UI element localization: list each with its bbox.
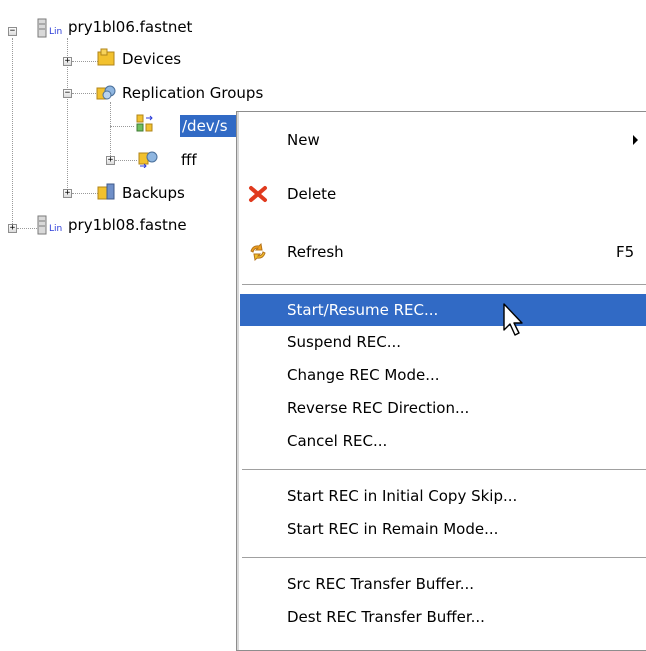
- menu-item-label: Start/Resume REC...: [287, 301, 439, 319]
- menu-item-cancel-rec[interactable]: Cancel REC...: [240, 425, 646, 457]
- menu-item-label: Delete: [287, 185, 337, 203]
- menu-item-new[interactable]: New: [240, 124, 646, 156]
- replication-groups-icon: [96, 85, 116, 100]
- menu-item-start-rec-remain-mode[interactable]: Start REC in Remain Mode...: [240, 513, 646, 545]
- tree-node-server1[interactable]: pry1bl06.fastnet: [66, 16, 194, 38]
- menu-item-label: New: [287, 131, 320, 149]
- menu-item-label: Suspend REC...: [287, 333, 402, 351]
- menu-gutter: [237, 112, 239, 650]
- tree-connector: [115, 160, 137, 161]
- menu-item-label: Start REC in Initial Copy Skip...: [287, 487, 518, 505]
- menu-separator: [242, 557, 646, 558]
- menu-item-start-rec-initial-copy-skip[interactable]: Start REC in Initial Copy Skip...: [240, 480, 646, 512]
- menu-item-label: Refresh: [287, 243, 344, 261]
- tree-node-devices[interactable]: Devices: [120, 48, 183, 70]
- context-menu: New Delete Refresh F5 Start/Resume REC..…: [236, 111, 646, 651]
- tree-connector: [110, 102, 111, 160]
- backups-folder-icon: [97, 183, 115, 200]
- os-badge: Lin: [49, 27, 63, 37]
- os-badge: Lin: [49, 224, 63, 234]
- menu-item-suspend-rec[interactable]: Suspend REC...: [240, 326, 646, 358]
- delete-x-icon: [249, 186, 267, 202]
- menu-item-reverse-rec-direction[interactable]: Reverse REC Direction...: [240, 392, 646, 424]
- menu-item-label: Start REC in Remain Mode...: [287, 520, 499, 538]
- menu-item-refresh[interactable]: Refresh F5: [240, 236, 646, 268]
- menu-item-start-resume-rec[interactable]: Start/Resume REC...: [240, 294, 646, 326]
- menu-item-shortcut: F5: [616, 243, 635, 261]
- menu-item-label: Dest REC Transfer Buffer...: [287, 608, 485, 626]
- menu-separator: [242, 469, 646, 470]
- tree-node-fff[interactable]: fff: [179, 149, 199, 171]
- tree-node-backups[interactable]: Backups: [120, 182, 187, 204]
- devices-folder-icon: [97, 48, 115, 66]
- tree-node-server2[interactable]: pry1bl08.fastne: [66, 214, 189, 236]
- replication-group-icon: [138, 151, 158, 168]
- menu-item-label: Cancel REC...: [287, 432, 388, 450]
- menu-item-change-rec-mode[interactable]: Change REC Mode...: [240, 359, 646, 391]
- menu-item-delete[interactable]: Delete: [240, 178, 646, 210]
- menu-item-label: Reverse REC Direction...: [287, 399, 470, 417]
- submenu-arrow-icon: [633, 135, 638, 145]
- expand-toggle[interactable]: +: [63, 189, 72, 198]
- tree-connector: [110, 126, 134, 127]
- expand-toggle[interactable]: +: [8, 224, 17, 233]
- tree-node-replication-item[interactable]: /dev/s: [180, 115, 236, 137]
- menu-item-src-rec-transfer-buffer[interactable]: Src REC Transfer Buffer...: [240, 568, 646, 600]
- menu-item-label: Src REC Transfer Buffer...: [287, 575, 475, 593]
- menu-item-label: Change REC Mode...: [287, 366, 440, 384]
- menu-item-dest-rec-transfer-buffer[interactable]: Dest REC Transfer Buffer...: [240, 601, 646, 633]
- expand-toggle[interactable]: +: [106, 156, 115, 165]
- menu-separator: [242, 284, 646, 285]
- collapse-toggle[interactable]: −: [63, 89, 72, 98]
- expand-toggle[interactable]: +: [63, 57, 72, 66]
- tree-connector: [12, 38, 13, 228]
- replication-pair-icon: [136, 114, 153, 132]
- refresh-icon: [250, 242, 266, 262]
- tree-node-replication-groups[interactable]: Replication Groups: [120, 82, 265, 104]
- collapse-toggle[interactable]: −: [8, 27, 17, 36]
- mouse-pointer-icon: [503, 303, 523, 336]
